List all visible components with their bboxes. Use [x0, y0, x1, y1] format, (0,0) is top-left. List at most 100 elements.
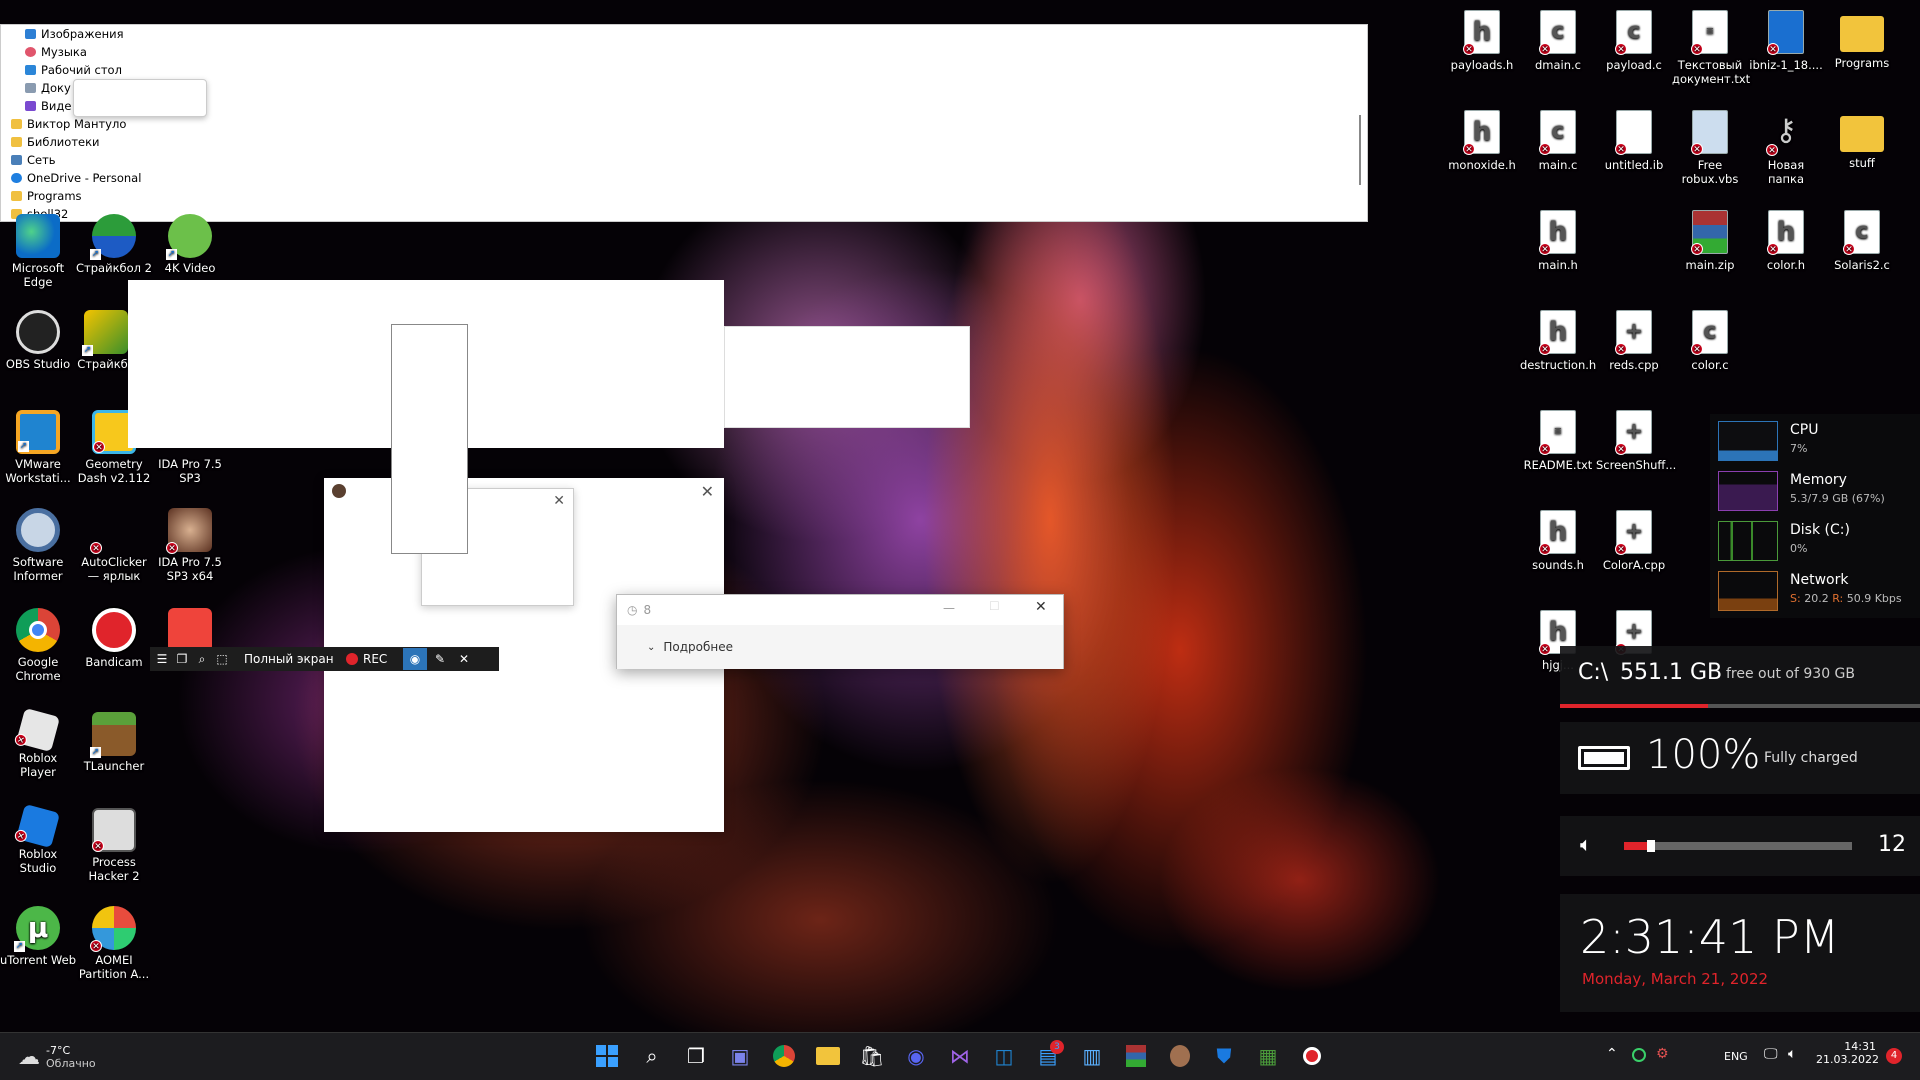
close-icon[interactable]: ✕ [553, 493, 565, 509]
desktop-icon-aomei[interactable]: ✕ AOMEI Partition A... [76, 906, 152, 981]
desktop-icon-utorrent[interactable]: µ ➚ uTorrent Web [0, 906, 76, 967]
tree-item-libraries[interactable]: Библиотеки [11, 133, 411, 151]
defender-icon[interactable]: ⛊ [1208, 1040, 1240, 1072]
fullscreen-mode-label[interactable]: Полный экран [244, 652, 346, 666]
desktop-icon-strikeball2[interactable]: ➚ Страйкбол 2 [76, 214, 152, 275]
taskbar-clock[interactable]: 14:31 21.03.2022 [1816, 1040, 1879, 1066]
rec-button[interactable]: REC [363, 652, 403, 666]
tree-item-desktop[interactable]: Рабочий стол [11, 61, 411, 79]
file-color-c[interactable]: c ✕ color.c [1672, 310, 1748, 372]
tall-narrow-window[interactable] [391, 324, 468, 554]
tree-item-network[interactable]: Сеть [11, 151, 411, 169]
desktop-icon-software-informer[interactable]: Software Informer [0, 508, 76, 583]
desktop-icon-roblox-player[interactable]: ✕ Roblox Player [0, 707, 76, 779]
language-indicator[interactable]: ENG [1724, 1050, 1748, 1063]
monitor-network[interactable]: Network S: 20.2 R: 50.9 Kbps [1710, 568, 1920, 614]
pencil-icon[interactable]: ✎ [427, 652, 453, 666]
tray-chevron-icon[interactable]: ⌃ [1606, 1046, 1618, 1062]
file-main-h[interactable]: h ✕ main.h [1520, 210, 1596, 272]
desktop-icon-process-hacker[interactable]: ✕ Process Hacker 2 [76, 808, 152, 883]
file-untitled-ib[interactable]: ✕ untitled.ib [1596, 110, 1672, 172]
message-dialog[interactable]: ◷ 8 — ☐ ✕ ⌄ Подробнее [616, 594, 1064, 669]
folder-stuff[interactable]: stuff [1824, 110, 1900, 170]
file-main-zip[interactable]: ✕ main.zip [1672, 210, 1748, 272]
chat-icon[interactable]: ▣ [724, 1040, 756, 1072]
minimize-icon[interactable]: — [943, 601, 955, 615]
details-toggle[interactable]: ⌄ Подробнее [617, 625, 1063, 669]
bandicam-toolbar[interactable]: ☰ ❐ ⌕ ⬚ Полный экран REC ◉ ✎ ✕ [150, 647, 499, 671]
explorer-window[interactable]: Изображения Музыка Рабочий стол Доку Вид… [0, 24, 1368, 222]
tree-item-documents[interactable]: Доку [11, 79, 411, 97]
file-monoxide-h[interactable]: h ✕ monoxide.h [1444, 110, 1520, 172]
file-payloads-h[interactable]: h ✕ payloads.h [1444, 10, 1520, 72]
volume-icon[interactable]: 🔈︎ [1788, 1046, 1796, 1062]
monitor-disk[interactable]: Disk (C:) 0% [1710, 518, 1920, 564]
desktop-icon-bandicam[interactable]: Bandicam [76, 608, 152, 669]
process-hacker-icon[interactable]: ▦ [1252, 1040, 1284, 1072]
desktop-icon-roblox-studio[interactable]: ✕ Roblox Studio [0, 803, 76, 875]
network-icon[interactable]: 🖵︎ [1764, 1046, 1778, 1062]
file-solaris2-c[interactable]: c ✕ Solaris2.c [1824, 210, 1900, 272]
chrome-icon[interactable] [768, 1040, 800, 1072]
desktop-icon-tlauncher[interactable]: ➚ TLauncher [76, 712, 152, 773]
file-payload-c[interactable]: c ✕ payload.c [1596, 10, 1672, 72]
monitor-cpu[interactable]: CPU 7% [1710, 418, 1920, 464]
region-search-icon[interactable]: ⌕ [192, 652, 212, 667]
clock-widget[interactable]: 2:31:41 PM Monday, March 21, 2022 [1560, 894, 1920, 1012]
notes-icon[interactable]: ▤ 3 [1032, 1040, 1064, 1072]
notepad-icon[interactable]: ▥ [1076, 1040, 1108, 1072]
tree-item-user[interactable]: Виктор Мантуло [11, 115, 411, 133]
desktop-icon-4kvideo[interactable]: ➚4K Video Downloader [152, 214, 228, 275]
file-destruction-h[interactable]: h ✕ destruction.h [1520, 310, 1596, 372]
tree-item-videos[interactable]: Виде [11, 97, 411, 115]
desktop-icon-obs[interactable]: OBS Studio [0, 310, 76, 371]
tree-item-onedrive[interactable]: OneDrive - Personal [11, 169, 411, 187]
file-color-h[interactable]: h ✕ color.h [1748, 210, 1824, 272]
folder-programs[interactable]: Programs [1824, 10, 1900, 70]
window-mode-icon[interactable]: ❐ [172, 652, 192, 666]
desktop-icon-strikeball[interactable]: ➚ Страйкбо [76, 310, 136, 371]
visual-studio-icon[interactable]: ⋈ [944, 1040, 976, 1072]
volume-knob[interactable] [1647, 840, 1656, 852]
file-free-robux-vbs[interactable]: ✕ Free robux.vbs [1672, 110, 1748, 186]
notification-count[interactable]: 4 [1886, 1048, 1902, 1064]
desktop-icon-vmware[interactable]: ➚ VMware Workstati... [0, 410, 76, 485]
desktop-icon-autoclicker[interactable]: ✕ AutoClicker — ярлык [76, 508, 152, 583]
maximize-icon[interactable]: ☐ [989, 599, 1000, 613]
winrar-icon[interactable] [1120, 1040, 1152, 1072]
navigation-tree[interactable]: Изображения Музыка Рабочий стол Доку Вид… [11, 25, 411, 223]
blank-window-right[interactable] [724, 326, 970, 428]
file-ibniz[interactable]: ✕ ibniz-1_18.... [1748, 10, 1824, 72]
explorer-icon[interactable] [812, 1040, 844, 1072]
desktop-icon-ida64[interactable]: ✕ IDA Pro 7.5 SP3 x64 [152, 508, 228, 583]
ida-icon[interactable] [1164, 1040, 1196, 1072]
start-icon[interactable] [591, 1040, 623, 1072]
tree-item-music[interactable]: Музыка [11, 43, 411, 61]
vertical-scrollbar[interactable] [1359, 115, 1361, 185]
file-reds-cpp[interactable]: + ✕ reds.cpp [1596, 310, 1672, 372]
task-view-icon[interactable]: ❐ [680, 1040, 712, 1072]
bandicam-icon[interactable] [1296, 1040, 1328, 1072]
file-dmain-c[interactable]: c ✕ dmain.c [1520, 10, 1596, 72]
region-select-icon[interactable]: ⬚ [212, 652, 232, 666]
close-icon[interactable]: ✕ [453, 652, 475, 666]
vmware-icon[interactable]: ◫ [988, 1040, 1020, 1072]
monitor-memory[interactable]: Memory 5.3/7.9 GB (67%) [1710, 468, 1920, 514]
file-readme[interactable]: ≡ ✕ README.txt [1520, 410, 1596, 472]
close-icon[interactable]: ✕ [1035, 599, 1047, 615]
file-sounds-h[interactable]: h ✕ sounds.h [1520, 510, 1596, 572]
close-icon[interactable]: ✕ [701, 482, 714, 501]
menu-icon[interactable]: ☰ [152, 652, 172, 666]
weather-widget[interactable]: ☁ -7°C Облачно [18, 1040, 96, 1074]
tray-status-icon[interactable] [1632, 1048, 1646, 1062]
desktop-icon-chrome[interactable]: Google Chrome [0, 608, 76, 683]
search-icon[interactable]: ⌕ [636, 1040, 668, 1072]
tray-app-icon[interactable]: ⚙ [1656, 1046, 1669, 1062]
battery-widget[interactable]: 100% Fully charged [1560, 722, 1920, 794]
file-text-document[interactable]: ≡ ✕ Текстовый документ.txt [1672, 10, 1750, 86]
tree-item-pictures[interactable]: Изображения [11, 25, 411, 43]
tree-item-programs[interactable]: Programs [11, 187, 411, 205]
desktop-icon-edge[interactable]: Microsoft Edge [0, 214, 76, 289]
file-main-c[interactable]: c ✕ main.c [1520, 110, 1596, 172]
file-screenshuff[interactable]: + ✕ ScreenShuff... [1596, 410, 1676, 472]
